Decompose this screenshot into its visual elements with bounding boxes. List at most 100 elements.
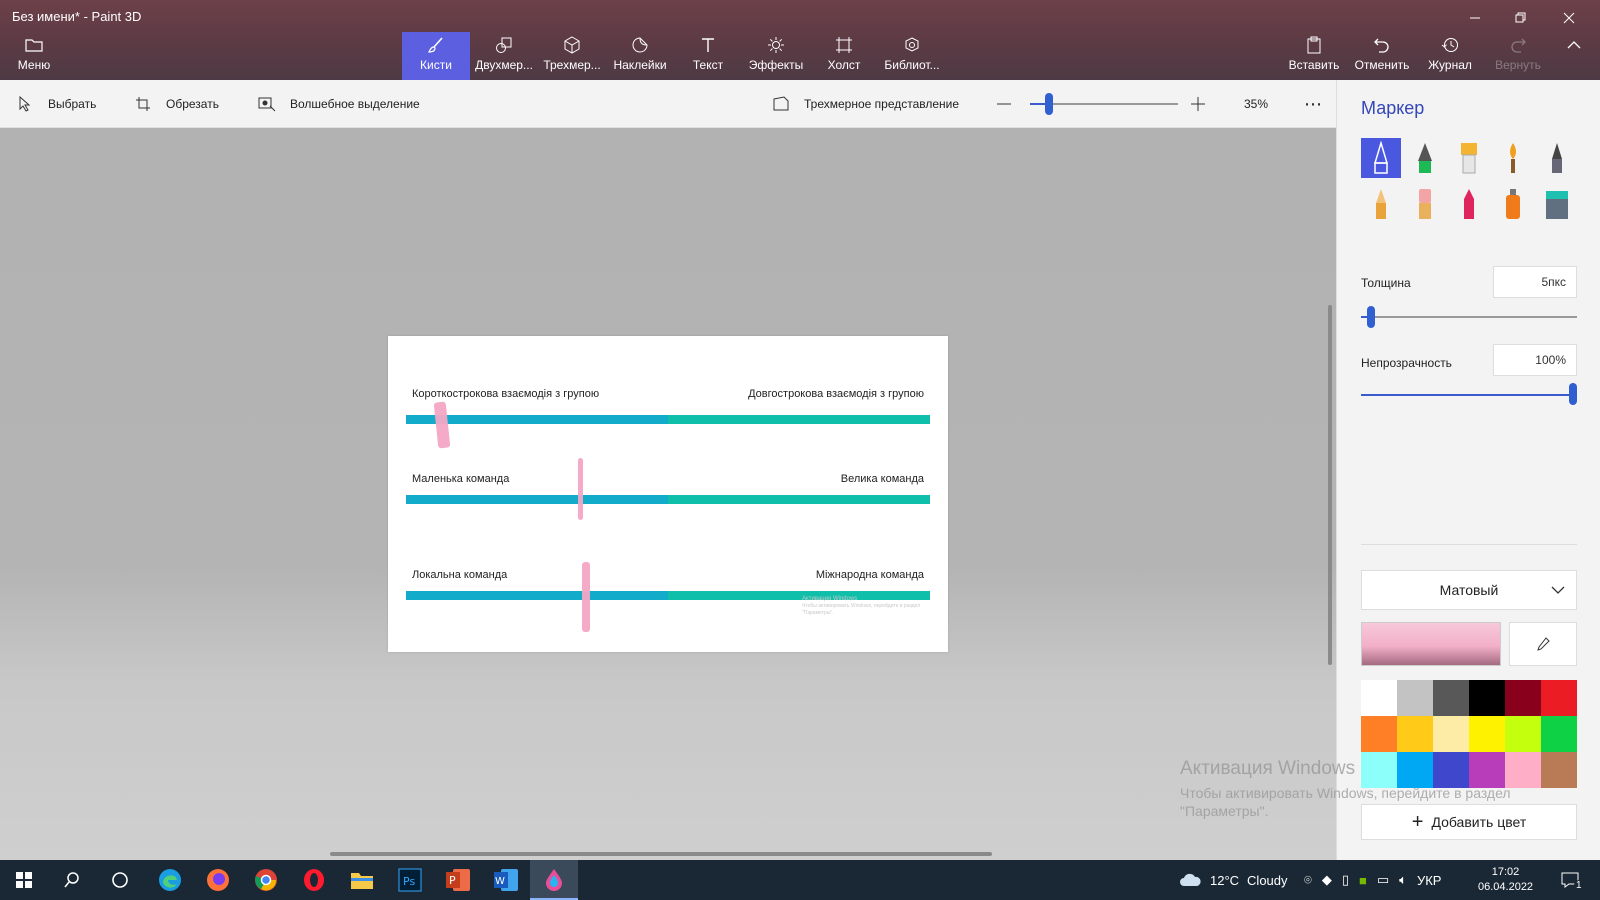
zoom-slider[interactable] xyxy=(1030,80,1178,128)
paste-button[interactable]: Вставить xyxy=(1280,32,1348,80)
close-button[interactable] xyxy=(1546,4,1592,32)
tool-text[interactable]: Текст xyxy=(674,32,742,80)
taskbar-firefox[interactable] xyxy=(194,860,242,900)
thickness-input[interactable]: 5пкс xyxy=(1493,266,1577,298)
color-swatch[interactable] xyxy=(1361,716,1397,752)
task-view-button[interactable] xyxy=(96,860,144,900)
tool-2d-shapes[interactable]: Двухмер... xyxy=(470,32,538,80)
plus-icon xyxy=(1191,97,1205,111)
search-button[interactable] xyxy=(48,860,96,900)
row2-right-label: Велика команда xyxy=(840,473,924,485)
current-color-swatch[interactable] xyxy=(1361,622,1501,666)
taskbar-powerpoint[interactable]: P xyxy=(434,860,482,900)
color-swatch[interactable] xyxy=(1505,680,1541,716)
folder-icon xyxy=(25,32,43,58)
eyedropper-icon xyxy=(1537,637,1550,651)
view-3d-button[interactable]: Трехмерное представление xyxy=(770,80,959,128)
color-swatch[interactable] xyxy=(1541,716,1577,752)
color-swatch[interactable] xyxy=(1433,752,1469,788)
color-swatch[interactable] xyxy=(1469,716,1505,752)
brush-eraser[interactable] xyxy=(1405,184,1445,224)
meet-now-icon[interactable]: ⌾ xyxy=(1304,872,1312,888)
color-swatch[interactable] xyxy=(1505,716,1541,752)
menu-button[interactable]: Меню xyxy=(0,32,68,80)
horizontal-scrollbar[interactable] xyxy=(330,852,992,856)
brush-marker[interactable] xyxy=(1361,138,1401,178)
more-options-button[interactable]: ⋯ xyxy=(1304,80,1323,128)
taskbar-paint3d[interactable] xyxy=(530,860,578,900)
tool-canvas[interactable]: Холст xyxy=(810,32,878,80)
color-swatch[interactable] xyxy=(1541,752,1577,788)
dropbox-icon[interactable]: ◆ xyxy=(1322,872,1332,888)
color-swatch[interactable] xyxy=(1397,680,1433,716)
minimize-button[interactable] xyxy=(1452,4,1498,32)
taskbar: Ps P W 12°C Cloudy ⌾ ◆ ▯ ■ ▭ 🔈︎ УКР 17:0… xyxy=(0,860,1600,900)
tool-stickers[interactable]: Наклейки xyxy=(606,32,674,80)
add-color-button[interactable]: + Добавить цвет xyxy=(1361,804,1577,840)
brush-fill[interactable] xyxy=(1537,184,1577,224)
taskbar-word[interactable]: W xyxy=(482,860,530,900)
color-swatch[interactable] xyxy=(1397,752,1433,788)
language-indicator[interactable]: УКР xyxy=(1417,873,1442,888)
brush-watercolor[interactable] xyxy=(1493,138,1533,178)
finish-dropdown[interactable]: Матовый xyxy=(1361,570,1577,610)
usb-icon[interactable]: ▯ xyxy=(1342,872,1349,888)
color-swatch[interactable] xyxy=(1469,752,1505,788)
drawing-canvas[interactable]: Короткострокова взаємодія з групою Довго… xyxy=(388,336,948,652)
color-swatch[interactable] xyxy=(1541,680,1577,716)
brush-calligraphy-pen[interactable] xyxy=(1405,138,1445,178)
fill-bucket-icon xyxy=(1546,191,1568,219)
color-swatch[interactable] xyxy=(1505,752,1541,788)
brush-pixel-pen[interactable] xyxy=(1537,138,1577,178)
taskbar-chrome[interactable] xyxy=(242,860,290,900)
start-button[interactable] xyxy=(0,860,48,900)
tool-effects[interactable]: Эффекты xyxy=(742,32,810,80)
zoom-thumb[interactable] xyxy=(1045,93,1053,115)
color-swatch[interactable] xyxy=(1433,680,1469,716)
color-swatch[interactable] xyxy=(1469,680,1505,716)
brush-spray-can[interactable] xyxy=(1493,184,1533,224)
nvidia-icon[interactable]: ■ xyxy=(1359,873,1367,888)
tool-library[interactable]: Библиот... xyxy=(878,32,946,80)
opacity-slider[interactable] xyxy=(1569,383,1577,405)
redo-button[interactable]: Вернуть xyxy=(1484,32,1552,80)
pixel-pen-icon xyxy=(1552,143,1562,173)
eyedropper-button[interactable] xyxy=(1509,622,1577,666)
taskbar-edge[interactable] xyxy=(146,860,194,900)
select-button[interactable]: Выбрать xyxy=(14,80,96,128)
taskbar-opera[interactable] xyxy=(290,860,338,900)
magic-select-button[interactable]: Волшебное выделение xyxy=(256,80,420,128)
opacity-input[interactable]: 100% xyxy=(1493,344,1577,376)
undo-button[interactable]: Отменить xyxy=(1348,32,1416,80)
tool-brushes[interactable]: Кисти xyxy=(402,32,470,80)
calligraphy-pen-icon xyxy=(1418,143,1432,173)
color-swatch[interactable] xyxy=(1361,752,1397,788)
color-swatch[interactable] xyxy=(1433,716,1469,752)
tool-3d-shapes[interactable]: Трехмер... xyxy=(538,32,606,80)
zoom-out-button[interactable] xyxy=(996,80,1012,128)
volume-icon[interactable]: 🔈︎ xyxy=(1399,872,1407,888)
tool-label: Трехмер... xyxy=(543,58,601,72)
restore-button[interactable] xyxy=(1498,4,1544,32)
thickness-slider[interactable] xyxy=(1367,306,1375,328)
weather-widget[interactable]: 12°C Cloudy xyxy=(1178,860,1288,900)
vertical-scrollbar[interactable] xyxy=(1328,305,1332,665)
taskbar-photoshop[interactable]: Ps xyxy=(386,860,434,900)
brush-oil[interactable] xyxy=(1449,138,1489,178)
brush-pencil[interactable] xyxy=(1361,184,1401,224)
notifications-button[interactable]: 1 xyxy=(1560,860,1584,900)
system-tray-icons[interactable]: ⌾ ◆ ▯ ■ ▭ 🔈︎ УКР xyxy=(1304,860,1441,900)
collapse-ribbon-button[interactable] xyxy=(1552,32,1596,80)
crop-button[interactable]: Обрезать xyxy=(132,80,219,128)
workspace[interactable]: Короткострокова взаємодія з групою Довго… xyxy=(0,128,1336,860)
taskbar-file-explorer[interactable] xyxy=(338,860,386,900)
brush-crayon[interactable] xyxy=(1449,184,1489,224)
network-icon[interactable]: ▭ xyxy=(1377,872,1389,888)
clock[interactable]: 17:02 06.04.2022 xyxy=(1478,860,1533,900)
color-swatch[interactable] xyxy=(1361,680,1397,716)
crop-icon xyxy=(132,93,154,115)
spray-can-icon xyxy=(1506,189,1520,219)
zoom-in-button[interactable] xyxy=(1190,80,1206,128)
history-button[interactable]: Журнал xyxy=(1416,32,1484,80)
color-swatch[interactable] xyxy=(1397,716,1433,752)
